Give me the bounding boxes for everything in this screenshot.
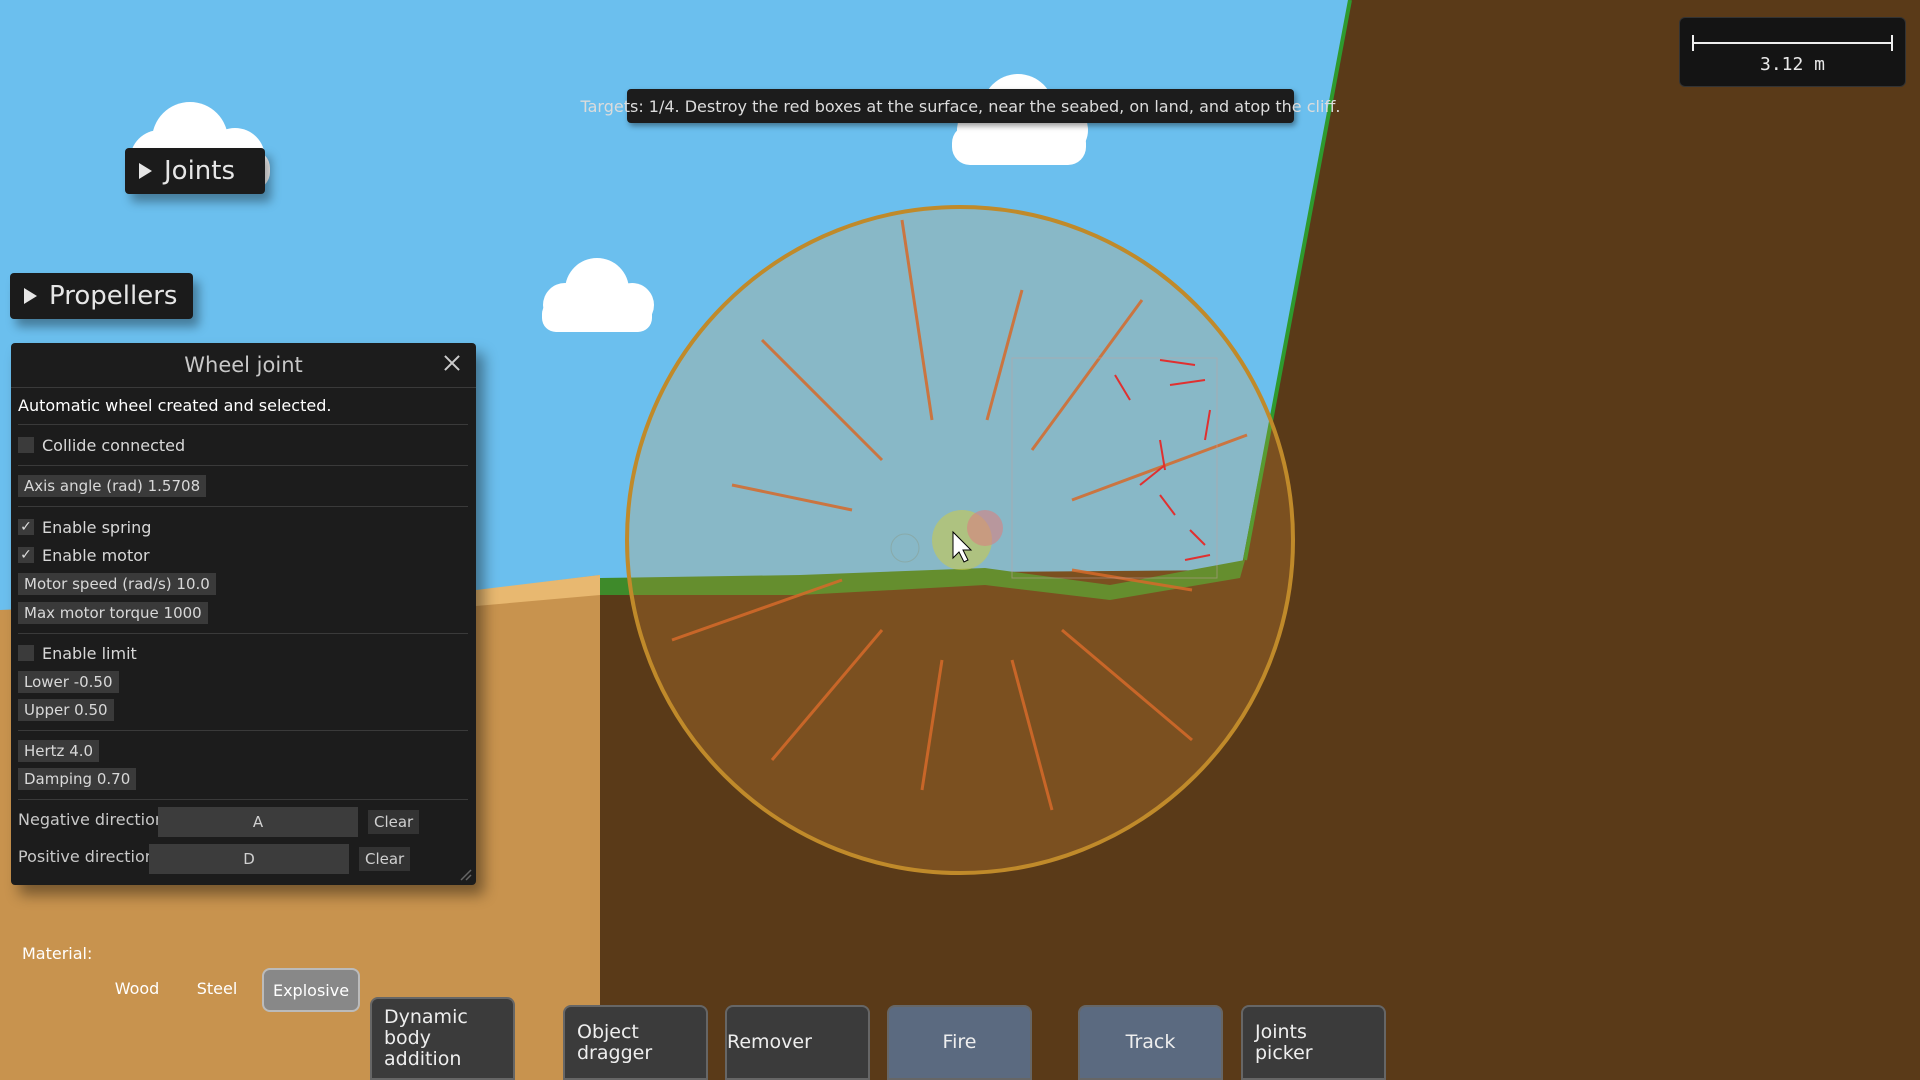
positive-direction-key[interactable]: D	[149, 844, 349, 874]
track-label: Track	[1125, 1031, 1176, 1054]
dynamic-body-addition-label: Dynamic body addition	[384, 1006, 468, 1070]
divider	[18, 799, 468, 800]
hertz-value[interactable]: Hertz 4.0	[18, 740, 100, 762]
material-explosive[interactable]: Explosive	[262, 968, 360, 1012]
joints-label: Joints	[164, 156, 236, 186]
damping-value[interactable]: Damping 0.70	[18, 768, 137, 790]
scale-indicator: 3.12 m	[1679, 17, 1906, 87]
propellers-toggle[interactable]: Propellers	[10, 273, 193, 319]
enable-limit-label: Enable limit	[42, 643, 137, 663]
enable-spring-label: Enable spring	[42, 517, 152, 537]
status-label: Automatic wheel created and selected.	[18, 395, 332, 415]
damping-field[interactable]: Damping 0.70	[18, 767, 137, 791]
motor-speed-field[interactable]: Motor speed (rad/s) 10.0	[18, 572, 216, 596]
fire-button[interactable]: Fire	[887, 1005, 1032, 1080]
positive-key-value: D	[243, 850, 255, 868]
joints-picker-label: Joints picker	[1255, 1020, 1313, 1064]
object-dragger-button[interactable]: Object dragger	[563, 1005, 708, 1080]
targets-banner: Targets: 1/4. Destroy the red boxes at t…	[580, 89, 1341, 123]
axis-angle-field[interactable]: Axis angle (rad) 1.5708	[18, 474, 207, 498]
upper-field[interactable]: Upper 0.50	[18, 698, 114, 722]
panel-header: Wheel joint	[11, 343, 476, 388]
material-steel[interactable]: Steel	[182, 968, 252, 1008]
track-button[interactable]: Track	[1078, 1005, 1223, 1080]
remover-button[interactable]: Remover	[725, 1005, 870, 1080]
fire-label: Fire	[942, 1031, 977, 1054]
targets-text: Targets: 1/4. Destroy the red boxes at t…	[580, 96, 1341, 116]
upper-value[interactable]: Upper 0.50	[18, 699, 114, 721]
panel-title: Wheel joint	[184, 353, 303, 377]
joints-toggle[interactable]: Joints	[125, 148, 265, 194]
lower-field[interactable]: Lower -0.50	[18, 670, 119, 694]
remover-label: Remover	[727, 1031, 812, 1054]
clear-label: Clear	[365, 850, 405, 868]
collide-connected-checkbox[interactable]: Collide connected	[18, 433, 185, 457]
checkbox-box[interactable]	[18, 437, 34, 453]
wheel-joint-panel: Wheel joint Automatic wheel created and …	[11, 343, 476, 885]
scale-bar	[1692, 35, 1893, 51]
enable-motor-checkbox[interactable]: ✓ Enable motor	[18, 543, 150, 567]
axis-angle-value[interactable]: Axis angle (rad) 1.5708	[18, 475, 207, 497]
divider	[18, 506, 468, 507]
collide-connected-label: Collide connected	[42, 435, 186, 455]
enable-motor-label: Enable motor	[42, 545, 150, 565]
positive-clear-button[interactable]: Clear	[359, 847, 411, 871]
joints-picker-button[interactable]: Joints picker	[1241, 1005, 1386, 1080]
divider	[18, 633, 468, 634]
wood-label: Wood	[114, 978, 160, 998]
cliff	[1240, 0, 1920, 1080]
expand-arrow-icon	[24, 288, 37, 304]
lower-value[interactable]: Lower -0.50	[18, 671, 119, 693]
scale-text: 3.12 m	[1759, 54, 1826, 75]
enable-spring-checkbox[interactable]: ✓ Enable spring	[18, 515, 151, 539]
enable-limit-checkbox[interactable]: Enable limit	[18, 641, 137, 665]
material-selector: Material: Wood Steel Explosive	[22, 940, 382, 1012]
close-icon[interactable]	[440, 351, 464, 375]
steel-label: Steel	[196, 978, 238, 998]
negative-key-value: A	[252, 813, 264, 831]
check-icon[interactable]: ✓	[18, 547, 34, 563]
motor-speed-value[interactable]: Motor speed (rad/s) 10.0	[18, 573, 216, 595]
divider	[18, 730, 468, 731]
divider	[18, 465, 468, 466]
positive-direction-label: Positive direction	[18, 847, 155, 866]
negative-direction-key[interactable]: A	[158, 807, 358, 837]
max-motor-torque-field[interactable]: Max motor torque 1000	[18, 601, 208, 625]
object-dragger-label: Object dragger	[577, 1020, 653, 1064]
resize-grip-icon[interactable]	[458, 867, 472, 881]
check-icon[interactable]: ✓	[18, 519, 34, 535]
material-label: Material:	[22, 944, 93, 963]
negative-clear-button[interactable]: Clear	[368, 810, 420, 834]
propellers-label: Propellers	[49, 281, 178, 311]
divider	[18, 424, 468, 425]
expand-arrow-icon	[139, 163, 152, 179]
explosive-label: Explosive	[272, 980, 350, 1000]
material-wood[interactable]: Wood	[102, 968, 172, 1008]
dynamic-body-addition-button[interactable]: Dynamic body addition	[370, 997, 515, 1080]
max-motor-torque-value[interactable]: Max motor torque 1000	[18, 602, 208, 624]
negative-direction-label: Negative direction	[18, 810, 166, 829]
status-text: Automatic wheel created and selected.	[18, 393, 331, 417]
hertz-field[interactable]: Hertz 4.0	[18, 739, 100, 763]
clear-label: Clear	[374, 813, 414, 831]
checkbox-box[interactable]	[18, 645, 34, 661]
